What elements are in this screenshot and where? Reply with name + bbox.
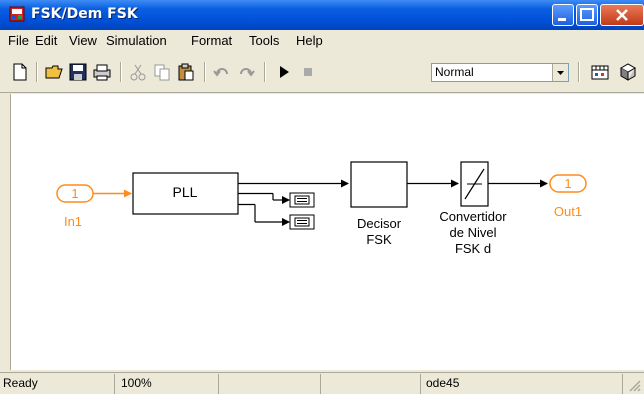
menu-help[interactable]: Help [296, 33, 323, 48]
menu-edit[interactable]: Edit [35, 33, 57, 48]
model-canvas[interactable]: 1 In1 PLL Decisor FSK Convertidor de Niv… [10, 94, 644, 370]
save-icon[interactable] [68, 62, 88, 82]
menu-view[interactable]: View [69, 33, 97, 48]
inport-label: In1 [64, 214, 82, 229]
terminator-block-1[interactable] [289, 192, 315, 208]
status-separator [420, 374, 421, 394]
toolbar-separator [578, 62, 580, 82]
inport-number: 1 [71, 186, 78, 201]
start-simulation-icon[interactable] [274, 62, 294, 82]
status-separator [218, 374, 219, 394]
decisor-label-line2: FSK [366, 232, 392, 247]
dropdown-arrow[interactable] [552, 64, 568, 81]
cut-icon[interactable] [128, 62, 148, 82]
menu-bar: File Edit View Simulation Format Tools H… [0, 30, 644, 52]
window-title: FSK/Dem FSK [31, 6, 138, 22]
undo-icon[interactable] [212, 62, 232, 82]
status-zoom: 100% [121, 376, 152, 390]
simulink-window: FSK/Dem FSK File Edit View Simulation Fo… [0, 0, 644, 394]
menu-simulation[interactable]: Simulation [106, 33, 167, 48]
pll-label: PLL [173, 184, 198, 200]
chevron-down-icon [557, 71, 564, 75]
paste-icon[interactable] [176, 62, 196, 82]
maximize-icon [580, 8, 594, 21]
minimize-button[interactable] [552, 4, 574, 26]
simulation-mode-select[interactable]: Normal [431, 63, 569, 82]
redo-icon[interactable] [236, 62, 256, 82]
toolbar-separator [204, 62, 206, 82]
decisor-fsk-block[interactable] [350, 161, 408, 208]
menu-format[interactable]: Format [191, 33, 232, 48]
toolbar-separator [120, 62, 122, 82]
toolbar-separator [264, 62, 266, 82]
minimize-icon [558, 18, 566, 21]
terminator-block-2[interactable] [289, 214, 315, 230]
convertidor-block[interactable] [460, 161, 489, 207]
open-folder-icon[interactable] [44, 62, 64, 82]
status-separator [320, 374, 321, 394]
toolbar: Normal [0, 52, 644, 93]
library-browser-icon[interactable] [590, 62, 610, 82]
status-solver: ode45 [426, 376, 460, 390]
maximize-button[interactable] [576, 4, 598, 26]
outport-label: Out1 [554, 204, 582, 219]
copy-icon[interactable] [152, 62, 172, 82]
close-button[interactable] [600, 4, 644, 26]
new-model-icon[interactable] [10, 62, 30, 82]
convertidor-label-line1: Convertidor [439, 209, 507, 224]
model-explorer-icon[interactable] [618, 62, 638, 82]
status-bar: Ready 100% ode45 [0, 372, 644, 394]
outport-number: 1 [564, 176, 571, 191]
print-icon[interactable] [92, 62, 112, 82]
stop-simulation-icon[interactable] [298, 62, 318, 82]
decisor-label-line1: Decisor [357, 216, 402, 231]
toolbar-separator [36, 62, 38, 82]
simulation-mode-value: Normal [435, 65, 474, 79]
convertidor-label-line2: de Nivel [450, 225, 497, 240]
menu-tools[interactable]: Tools [249, 33, 279, 48]
status-separator [622, 374, 623, 394]
status-state: Ready [3, 376, 38, 390]
menu-file[interactable]: File [8, 33, 29, 48]
resize-grip-icon[interactable] [627, 378, 641, 392]
title-bar[interactable]: FSK/Dem FSK [0, 0, 644, 30]
close-icon [616, 9, 628, 21]
simulink-app-icon [9, 6, 25, 22]
status-separator [114, 374, 115, 394]
block-diagram: 1 In1 PLL Decisor FSK Convertidor de Niv… [56, 161, 587, 256]
convertidor-label-line3: FSK d [455, 241, 491, 256]
